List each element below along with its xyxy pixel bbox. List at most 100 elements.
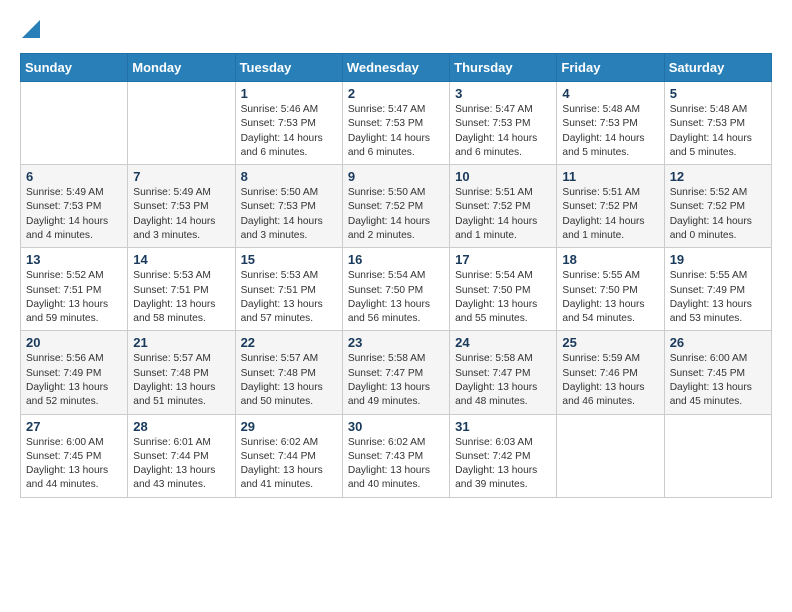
day-number: 8 bbox=[241, 169, 337, 184]
day-content: Sunrise: 6:00 AMSunset: 7:45 PMDaylight:… bbox=[26, 436, 122, 493]
day-content: Sunrise: 6:03 AMSunset: 7:42 PMDaylight:… bbox=[455, 436, 551, 493]
day-number: 15 bbox=[241, 252, 337, 267]
day-content: Sunrise: 5:50 AMSunset: 7:52 PMDaylight:… bbox=[348, 186, 444, 243]
day-number: 20 bbox=[26, 335, 122, 350]
calendar-cell: 29 Sunrise: 6:02 AMSunset: 7:44 PMDayligh… bbox=[235, 414, 342, 497]
calendar-cell: 19 Sunrise: 5:55 AMSunset: 7:49 PMDayligh… bbox=[664, 248, 771, 331]
day-content: Sunrise: 5:46 AMSunset: 7:53 PMDaylight:… bbox=[241, 103, 337, 160]
day-number: 4 bbox=[562, 86, 658, 101]
calendar-cell: 11Sunrise: 5:51 AMSunset: 7:52 PMDayligh… bbox=[557, 165, 664, 248]
calendar-cell: 14Sunrise: 5:53 AMSunset: 7:51 PMDayligh… bbox=[128, 248, 235, 331]
day-number: 6 bbox=[26, 169, 122, 184]
day-content: Sunrise: 5:52 AMSunset: 7:52 PMDaylight:… bbox=[670, 186, 766, 243]
day-number: 26 bbox=[670, 335, 766, 350]
day-number: 1 bbox=[241, 86, 337, 101]
logo-arrow-icon bbox=[22, 20, 40, 38]
calendar-cell: 27 Sunrise: 6:00 AMSunset: 7:45 PMDayligh… bbox=[21, 414, 128, 497]
day-number: 2 bbox=[348, 86, 444, 101]
week-row-4: 20 Sunrise: 5:56 AMSunset: 7:49 PMDayligh… bbox=[21, 331, 772, 414]
calendar-cell: 10 Sunrise: 5:51 AMSunset: 7:52 PMDayligh… bbox=[450, 165, 557, 248]
day-content: Sunrise: 6:02 AMSunset: 7:43 PMDaylight:… bbox=[348, 436, 444, 493]
calendar-cell: 21 Sunrise: 5:57 AMSunset: 7:48 PMDayligh… bbox=[128, 331, 235, 414]
day-content: Sunrise: 5:48 AMSunset: 7:53 PMDaylight:… bbox=[562, 103, 658, 160]
day-content: Sunrise: 5:51 AMSunset: 7:52 PMDaylight:… bbox=[455, 186, 551, 243]
calendar-cell: 2 Sunrise: 5:47 AMSunset: 7:53 PMDaylight… bbox=[342, 82, 449, 165]
calendar-cell: 12 Sunrise: 5:52 AMSunset: 7:52 PMDayligh… bbox=[664, 165, 771, 248]
logo bbox=[20, 20, 40, 43]
calendar-cell: 9 Sunrise: 5:50 AMSunset: 7:52 PMDaylight… bbox=[342, 165, 449, 248]
page-header bbox=[20, 20, 772, 43]
day-content: Sunrise: 5:53 AMSunset: 7:51 PMDaylight:… bbox=[133, 269, 229, 326]
day-number: 3 bbox=[455, 86, 551, 101]
day-number: 27 bbox=[26, 419, 122, 434]
calendar-cell bbox=[21, 82, 128, 165]
day-content: Sunrise: 6:00 AMSunset: 7:45 PMDaylight:… bbox=[670, 352, 766, 409]
day-content: Sunrise: 5:47 AMSunset: 7:53 PMDaylight:… bbox=[455, 103, 551, 160]
calendar-cell: 4 Sunrise: 5:48 AMSunset: 7:53 PMDaylight… bbox=[557, 82, 664, 165]
calendar-cell: 15 Sunrise: 5:53 AMSunset: 7:51 PMDayligh… bbox=[235, 248, 342, 331]
calendar-body: 1 Sunrise: 5:46 AMSunset: 7:53 PMDaylight… bbox=[21, 82, 772, 498]
day-number: 30 bbox=[348, 419, 444, 434]
day-number: 10 bbox=[455, 169, 551, 184]
calendar-cell bbox=[557, 414, 664, 497]
day-number: 7 bbox=[133, 169, 229, 184]
calendar-cell: 20 Sunrise: 5:56 AMSunset: 7:49 PMDayligh… bbox=[21, 331, 128, 414]
day-number: 16 bbox=[348, 252, 444, 267]
weekday-saturday: Saturday bbox=[664, 54, 771, 82]
day-content: Sunrise: 5:58 AMSunset: 7:47 PMDaylight:… bbox=[348, 352, 444, 409]
day-number: 5 bbox=[670, 86, 766, 101]
calendar-cell: 23Sunrise: 5:58 AMSunset: 7:47 PMDayligh… bbox=[342, 331, 449, 414]
day-number: 29 bbox=[241, 419, 337, 434]
weekday-sunday: Sunday bbox=[21, 54, 128, 82]
weekday-thursday: Thursday bbox=[450, 54, 557, 82]
weekday-header-row: SundayMondayTuesdayWednesdayThursdayFrid… bbox=[21, 54, 772, 82]
day-number: 13 bbox=[26, 252, 122, 267]
day-number: 12 bbox=[670, 169, 766, 184]
day-number: 25 bbox=[562, 335, 658, 350]
day-content: Sunrise: 5:59 AMSunset: 7:46 PMDaylight:… bbox=[562, 352, 658, 409]
day-number: 9 bbox=[348, 169, 444, 184]
day-number: 18 bbox=[562, 252, 658, 267]
calendar-cell: 18 Sunrise: 5:55 AMSunset: 7:50 PMDayligh… bbox=[557, 248, 664, 331]
day-content: Sunrise: 5:56 AMSunset: 7:49 PMDaylight:… bbox=[26, 352, 122, 409]
calendar-cell: 31 Sunrise: 6:03 AMSunset: 7:42 PMDayligh… bbox=[450, 414, 557, 497]
weekday-monday: Monday bbox=[128, 54, 235, 82]
calendar-cell: 26 Sunrise: 6:00 AMSunset: 7:45 PMDayligh… bbox=[664, 331, 771, 414]
day-content: Sunrise: 5:48 AMSunset: 7:53 PMDaylight:… bbox=[670, 103, 766, 160]
day-content: Sunrise: 5:57 AMSunset: 7:48 PMDaylight:… bbox=[241, 352, 337, 409]
weekday-tuesday: Tuesday bbox=[235, 54, 342, 82]
day-content: Sunrise: 5:55 AMSunset: 7:49 PMDaylight:… bbox=[670, 269, 766, 326]
day-content: Sunrise: 6:01 AMSunset: 7:44 PMDaylight:… bbox=[133, 436, 229, 493]
calendar-cell: 5 Sunrise: 5:48 AMSunset: 7:53 PMDaylight… bbox=[664, 82, 771, 165]
day-content: Sunrise: 5:53 AMSunset: 7:51 PMDaylight:… bbox=[241, 269, 337, 326]
calendar-cell bbox=[664, 414, 771, 497]
calendar-table: SundayMondayTuesdayWednesdayThursdayFrid… bbox=[20, 53, 772, 498]
week-row-2: 6 Sunrise: 5:49 AMSunset: 7:53 PMDaylight… bbox=[21, 165, 772, 248]
calendar-cell: 8 Sunrise: 5:50 AMSunset: 7:53 PMDaylight… bbox=[235, 165, 342, 248]
week-row-5: 27 Sunrise: 6:00 AMSunset: 7:45 PMDayligh… bbox=[21, 414, 772, 497]
day-content: Sunrise: 6:02 AMSunset: 7:44 PMDaylight:… bbox=[241, 436, 337, 493]
calendar-cell: 28 Sunrise: 6:01 AMSunset: 7:44 PMDayligh… bbox=[128, 414, 235, 497]
day-content: Sunrise: 5:50 AMSunset: 7:53 PMDaylight:… bbox=[241, 186, 337, 243]
day-number: 28 bbox=[133, 419, 229, 434]
weekday-friday: Friday bbox=[557, 54, 664, 82]
calendar-cell bbox=[128, 82, 235, 165]
day-content: Sunrise: 5:57 AMSunset: 7:48 PMDaylight:… bbox=[133, 352, 229, 409]
day-number: 19 bbox=[670, 252, 766, 267]
day-content: Sunrise: 5:49 AMSunset: 7:53 PMDaylight:… bbox=[133, 186, 229, 243]
day-content: Sunrise: 5:47 AMSunset: 7:53 PMDaylight:… bbox=[348, 103, 444, 160]
day-number: 24 bbox=[455, 335, 551, 350]
day-number: 21 bbox=[133, 335, 229, 350]
calendar-cell: 13Sunrise: 5:52 AMSunset: 7:51 PMDayligh… bbox=[21, 248, 128, 331]
calendar-cell: 25 Sunrise: 5:59 AMSunset: 7:46 PMDayligh… bbox=[557, 331, 664, 414]
calendar-cell: 7 Sunrise: 5:49 AMSunset: 7:53 PMDaylight… bbox=[128, 165, 235, 248]
day-content: Sunrise: 5:55 AMSunset: 7:50 PMDaylight:… bbox=[562, 269, 658, 326]
calendar-cell: 17Sunrise: 5:54 AMSunset: 7:50 PMDayligh… bbox=[450, 248, 557, 331]
day-content: Sunrise: 5:51 AMSunset: 7:52 PMDaylight:… bbox=[562, 186, 658, 243]
day-number: 31 bbox=[455, 419, 551, 434]
calendar-cell: 3 Sunrise: 5:47 AMSunset: 7:53 PMDaylight… bbox=[450, 82, 557, 165]
weekday-wednesday: Wednesday bbox=[342, 54, 449, 82]
calendar-cell: 24Sunrise: 5:58 AMSunset: 7:47 PMDayligh… bbox=[450, 331, 557, 414]
day-content: Sunrise: 5:54 AMSunset: 7:50 PMDaylight:… bbox=[455, 269, 551, 326]
calendar-cell: 16Sunrise: 5:54 AMSunset: 7:50 PMDayligh… bbox=[342, 248, 449, 331]
